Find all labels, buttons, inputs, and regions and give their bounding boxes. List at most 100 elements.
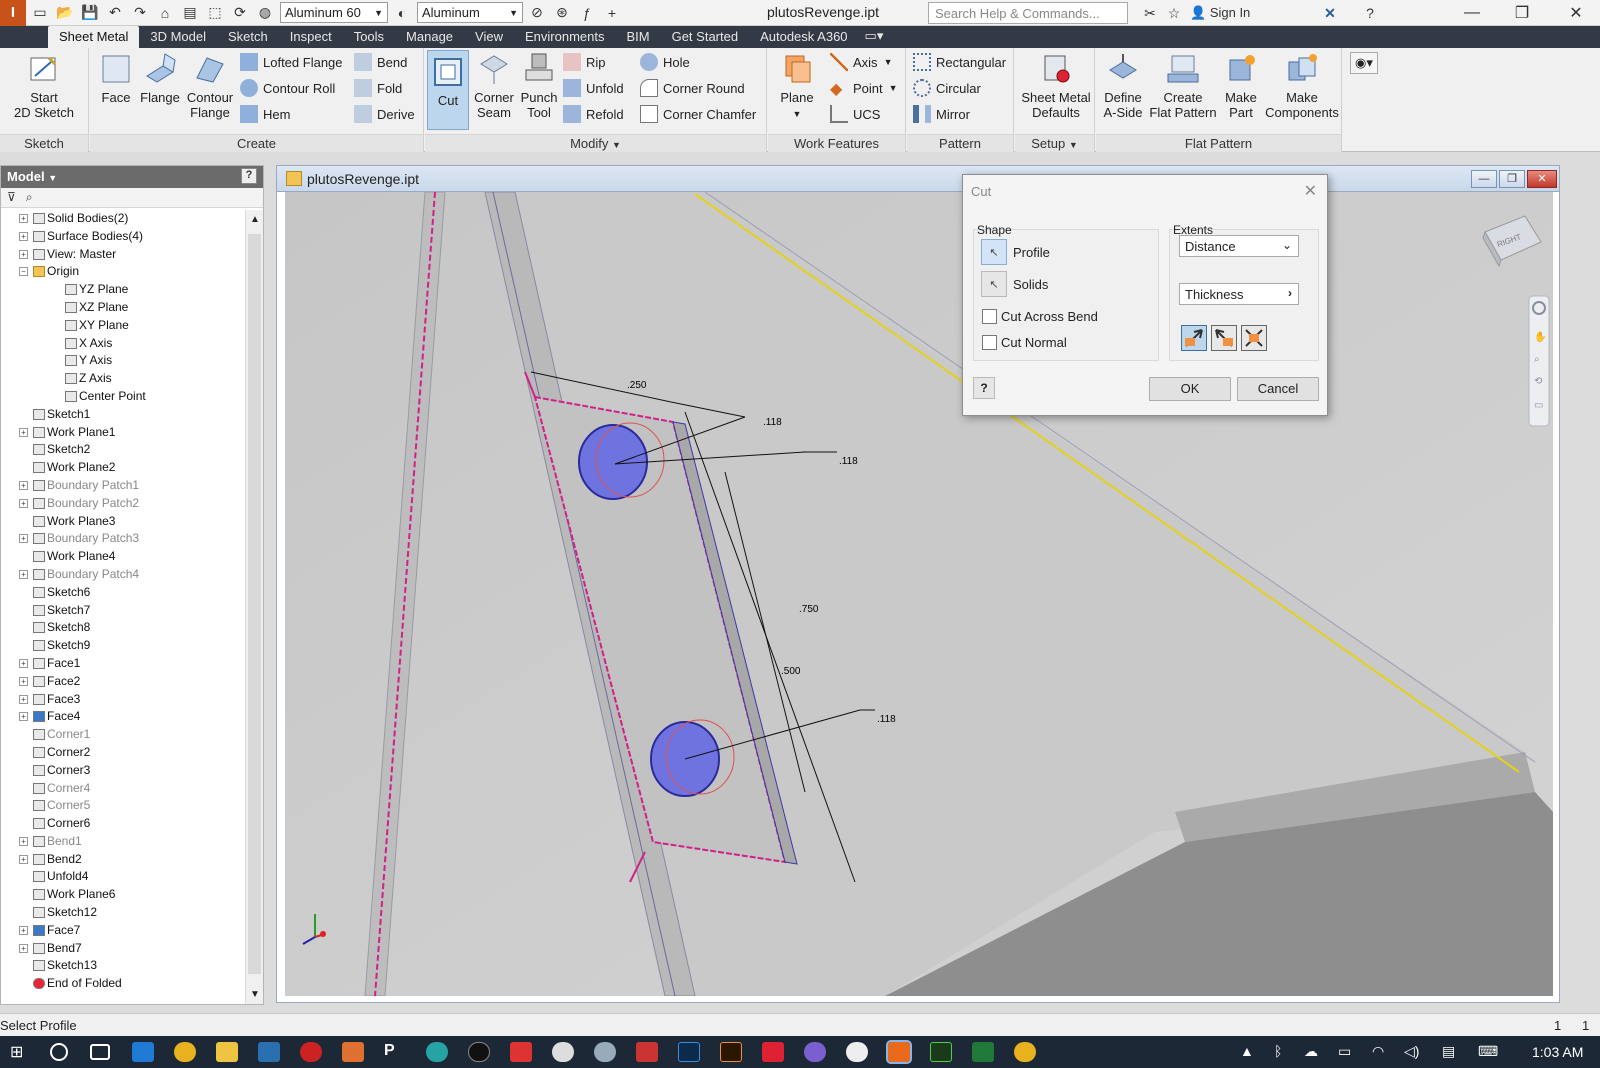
face-button[interactable]: Face <box>96 52 136 105</box>
graphics-restore-button[interactable]: ❐ <box>1499 170 1525 188</box>
expand-icon[interactable]: + <box>19 481 28 490</box>
cancel-button[interactable]: Cancel <box>1237 377 1319 401</box>
tab-get-started[interactable]: Get Started <box>661 26 749 48</box>
browser-node[interactable]: Sketch12 <box>1 904 245 922</box>
volume-icon[interactable]: ◁) <box>1404 1043 1419 1060</box>
rectangular-pattern-button[interactable]: Rectangular <box>913 51 1006 73</box>
wifi-icon[interactable]: ◠ <box>1372 1043 1384 1060</box>
parameters-icon[interactable]: ƒ <box>576 2 598 24</box>
dim-label-0[interactable]: .250 <box>627 380 647 391</box>
graphics-close-button[interactable]: ✕ <box>1527 170 1557 188</box>
tab-tools[interactable]: Tools <box>343 26 395 48</box>
cut-normal-checkbox[interactable] <box>982 335 997 350</box>
3d-viewport[interactable]: .250 .118 .118 .750 .500 .118 RIGHT <box>285 192 1553 996</box>
app-menu-button[interactable]: I <box>0 0 26 26</box>
unfold-button[interactable]: Unfold <box>563 77 624 99</box>
app-icon-11[interactable] <box>762 1042 784 1062</box>
chevron-right-icon[interactable]: › <box>1288 286 1292 300</box>
tools-icon[interactable]: ✂ <box>1139 2 1161 24</box>
extents-select[interactable]: Distance⌄ <box>1179 235 1299 257</box>
star-icon[interactable]: ☆ <box>1163 2 1185 24</box>
appearance-select[interactable]: Aluminum▼ <box>417 2 523 23</box>
notification-icon[interactable]: ▤ <box>1442 1043 1455 1060</box>
browser-node[interactable]: Sketch6 <box>1 584 245 602</box>
browser-node[interactable]: +Bend7 <box>1 940 245 958</box>
browser-node[interactable]: YZ Plane <box>1 281 245 299</box>
browser-node[interactable]: +Face3 <box>1 691 245 709</box>
expand-icon[interactable]: + <box>19 855 28 864</box>
lofted-flange-button[interactable]: Lofted Flange <box>240 51 343 73</box>
search-help-input[interactable]: Search Help & Commands... <box>928 2 1128 24</box>
expand-icon[interactable]: + <box>19 570 28 579</box>
browser-node[interactable]: +Work Plane1 <box>1 424 245 442</box>
dim-label-4[interactable]: .500 <box>781 666 801 677</box>
tab-inspect[interactable]: Inspect <box>279 26 343 48</box>
browser-node[interactable]: Work Plane4 <box>1 548 245 566</box>
undo-icon[interactable]: ↶ <box>104 2 126 24</box>
app-icon-2[interactable] <box>300 1042 322 1062</box>
browser-node[interactable]: +Boundary Patch4 <box>1 566 245 584</box>
dim-label-2[interactable]: .118 <box>839 456 858 467</box>
browser-node[interactable]: Z Axis <box>1 370 245 388</box>
cut-button[interactable]: Cut <box>427 50 469 130</box>
edge-icon[interactable] <box>132 1042 154 1062</box>
rip-button[interactable]: Rip <box>563 51 606 73</box>
browser-node[interactable]: +View: Master <box>1 246 245 264</box>
expand-icon[interactable]: + <box>19 837 28 846</box>
browser-node[interactable]: +Boundary Patch3 <box>1 530 245 548</box>
clock[interactable]: 1:03 AM <box>1532 1044 1583 1060</box>
point-button[interactable]: ◆Point▼ <box>830 77 898 99</box>
app-icon-10[interactable] <box>636 1042 658 1062</box>
chrome-icon[interactable] <box>174 1042 196 1062</box>
new-icon[interactable]: ▭ <box>29 2 51 24</box>
app-icon-8[interactable] <box>552 1042 574 1062</box>
bend-button[interactable]: Bend <box>354 51 407 73</box>
excel-icon[interactable] <box>972 1042 994 1062</box>
graphics-minimize-button[interactable]: — <box>1471 170 1497 188</box>
derive-button[interactable]: Derive <box>354 103 415 125</box>
tab-sketch[interactable]: Sketch <box>217 26 279 48</box>
add-icon[interactable]: + <box>601 2 623 24</box>
app-icon-12[interactable] <box>804 1042 826 1062</box>
browser-node[interactable]: +Face1 <box>1 655 245 673</box>
expand-icon[interactable]: + <box>19 695 28 704</box>
panel-title-modify[interactable]: Modify ▼ <box>425 134 766 152</box>
make-components-button[interactable]: Make Components <box>1262 52 1342 120</box>
update-icon[interactable]: ⟳ <box>229 2 251 24</box>
plane-button[interactable]: Plane ▼ <box>774 52 820 122</box>
mirror-button[interactable]: Mirror <box>913 103 970 125</box>
tab-environments[interactable]: Environments <box>514 26 615 48</box>
chrome-icon-2[interactable] <box>1014 1042 1036 1062</box>
minimize-button[interactable]: — <box>1452 2 1492 24</box>
app-icon-3[interactable] <box>342 1042 364 1062</box>
tab-view[interactable]: View <box>464 26 514 48</box>
file-explorer-icon[interactable] <box>216 1042 238 1062</box>
browser-node[interactable]: End of Folded <box>1 975 245 990</box>
browser-node[interactable]: +Solid Bodies(2) <box>1 210 245 228</box>
browser-node[interactable]: Center Point <box>1 388 245 406</box>
find-icon[interactable]: ⌕ <box>26 190 33 204</box>
browser-scrollbar[interactable]: ▲ ▼ <box>245 210 263 1004</box>
corner-chamfer-button[interactable]: Corner Chamfer <box>640 103 756 125</box>
ucs-button[interactable]: UCS <box>830 103 880 125</box>
collapse-icon[interactable]: − <box>19 267 28 276</box>
create-flat-pattern-button[interactable]: Create Flat Pattern <box>1148 52 1218 120</box>
ribbon-more-button[interactable]: ◉▾ <box>1350 52 1378 74</box>
browser-node[interactable]: Unfold4 <box>1 868 245 886</box>
model-canvas[interactable]: .250 .118 .118 .750 .500 .118 RIGHT <box>285 192 1553 996</box>
cloud-icon[interactable]: ☁ <box>1304 1043 1318 1060</box>
browser-node[interactable]: Work Plane6 <box>1 886 245 904</box>
browser-node[interactable]: Corner5 <box>1 797 245 815</box>
scroll-down-icon[interactable]: ▼ <box>250 989 260 1000</box>
photoshop-icon[interactable] <box>678 1042 700 1062</box>
browser-help-icon[interactable]: ? <box>241 168 257 184</box>
browser-node[interactable]: Sketch2 <box>1 441 245 459</box>
browser-node[interactable]: XZ Plane <box>1 299 245 317</box>
appearance-icon[interactable]: ◐ <box>391 2 413 24</box>
expand-icon[interactable]: + <box>19 499 28 508</box>
browser-node[interactable]: +Face7 <box>1 922 245 940</box>
dialog-help-button[interactable]: ? <box>973 377 995 399</box>
browser-node[interactable]: +Face2 <box>1 673 245 691</box>
help-icon[interactable]: ? <box>1359 2 1381 24</box>
project-icon[interactable]: ▤ <box>179 2 201 24</box>
